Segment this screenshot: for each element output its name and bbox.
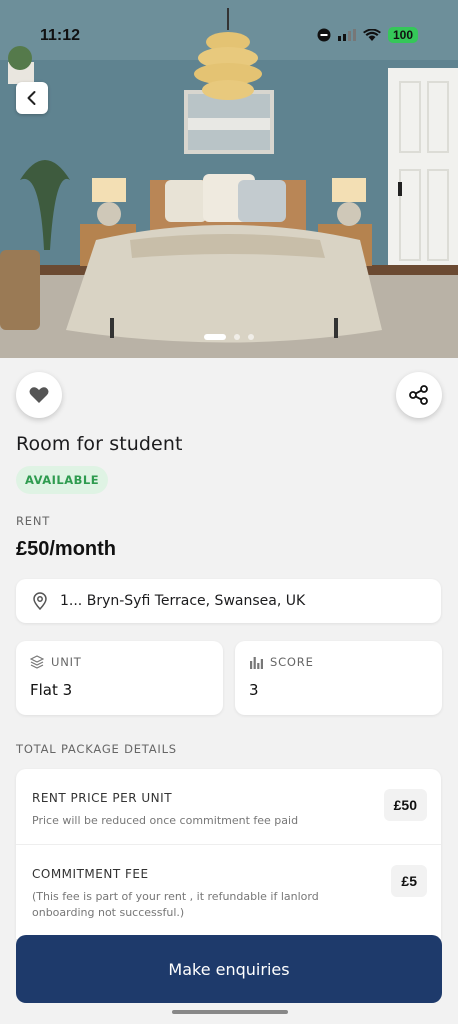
favorite-button[interactable]: [16, 372, 62, 418]
share-button[interactable]: [396, 372, 442, 418]
share-icon: [409, 385, 428, 405]
carousel-indicator[interactable]: [0, 334, 458, 340]
package-item-price: £5: [391, 865, 427, 897]
package-item-price: £50: [383, 789, 427, 821]
package-section-label: TOTAL PACKAGE DETAILS: [16, 742, 177, 756]
status-icons: 100: [317, 27, 418, 43]
package-details-card: RENT PRICE PER UNIT Price will be reduce…: [16, 769, 441, 939]
package-item-title: COMMITMENT FEE: [32, 867, 149, 881]
carousel-dot[interactable]: [234, 334, 240, 340]
address-card[interactable]: 1... Bryn-Syfi Terrace, Swansea, UK: [16, 579, 441, 623]
heart-icon: [29, 387, 49, 403]
status-badge: AVAILABLE: [16, 466, 109, 494]
wifi-icon: [362, 28, 381, 41]
package-item-title: RENT PRICE PER UNIT: [32, 791, 173, 805]
package-item: RENT PRICE PER UNIT Price will be reduce…: [16, 769, 441, 844]
location-pin-icon: [33, 592, 47, 610]
make-enquiries-button[interactable]: Make enquiries: [16, 935, 442, 1003]
battery-indicator: 100: [387, 27, 418, 43]
carousel-dot[interactable]: [248, 334, 254, 340]
score-value: 3: [249, 681, 259, 699]
score-header: SCORE: [249, 655, 428, 669]
score-label: SCORE: [270, 655, 314, 669]
unit-label: UNIT: [51, 655, 82, 669]
status-time: 11:12: [40, 27, 81, 44]
home-indicator[interactable]: [172, 1010, 288, 1014]
carousel-dot[interactable]: [204, 334, 226, 340]
address-text: 1... Bryn-Syfi Terrace, Swansea, UK: [60, 593, 306, 609]
layers-icon: [30, 655, 44, 669]
listing-title: Room for student: [16, 433, 183, 455]
signal-icon: [337, 29, 356, 41]
back-icon: [27, 91, 36, 105]
score-card: SCORE 3: [235, 641, 442, 715]
unit-card: UNIT Flat 3: [16, 641, 223, 715]
unit-header: UNIT: [30, 655, 209, 669]
package-item-description: Price will be reduced once commitment fe…: [32, 814, 299, 827]
rent-value: £50/month: [16, 538, 117, 560]
focus-icon: [317, 28, 331, 42]
status-bar: 11:12 100: [0, 0, 458, 70]
back-button[interactable]: [16, 82, 48, 114]
package-item-description: (This fee is part of your rent , it refu…: [32, 890, 319, 919]
room-photo[interactable]: 11:12 100: [0, 0, 458, 358]
package-item: COMMITMENT FEE (This fee is part of your…: [16, 844, 441, 919]
unit-value: Flat 3: [30, 681, 73, 699]
rent-label: RENT: [16, 514, 51, 528]
bar-chart-icon: [250, 657, 263, 669]
